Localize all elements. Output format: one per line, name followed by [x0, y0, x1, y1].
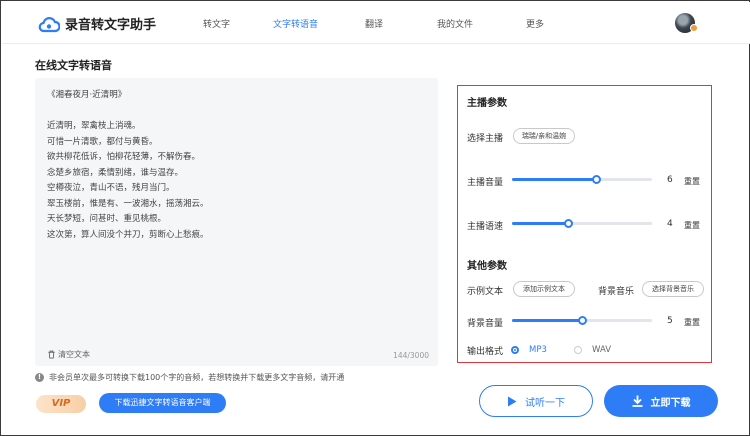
text-line — [47, 104, 209, 120]
trash-icon — [48, 350, 55, 359]
format-option-label: WAV — [592, 345, 612, 355]
text-line: 念楚乡旅宿，柔情别绪，谁与温存。 — [47, 167, 184, 178]
editor-text[interactable]: 《湘春夜月·近清明》 近清明，翠禽枝上消魂。 可惜一片清歌，都付与黄昏。 欲共柳… — [47, 88, 209, 243]
speed-label: 主播语速 — [467, 222, 504, 232]
top-navigation-bar: 录音转文字助手 转文字 文字转语音 翻译 我的文件 更多 — [2, 2, 750, 44]
notice-text: 非会员单次最多可转换下载100个字的音频，若想转换并下载更多文字音频，请开通 — [49, 373, 345, 382]
page-title: 在线文字转语音 — [35, 59, 112, 72]
volume-reset-button[interactable]: 重置 — [684, 176, 700, 187]
text-line: 翠玉楼前，惟是有、一波湘水，摇荡湘云。 — [47, 198, 209, 209]
listen-button-label: 试听一下 — [525, 397, 565, 409]
slider-fill — [512, 178, 596, 181]
info-icon: ! — [35, 373, 44, 382]
nav-item-text-to-speech[interactable]: 文字转语音 — [273, 17, 318, 30]
nav-item-my-files[interactable]: 我的文件 — [437, 17, 473, 30]
character-counter: 144/3000 — [393, 351, 429, 360]
format-option-wav[interactable]: WAV — [574, 345, 611, 355]
slider-handle[interactable] — [591, 175, 601, 184]
listen-button[interactable]: 试听一下 — [479, 385, 593, 417]
bg-volume-reset-button[interactable]: 重置 — [684, 317, 700, 328]
slider-handle[interactable] — [577, 316, 587, 325]
clear-text-button[interactable]: 清空文本 — [47, 349, 90, 360]
member-notice: ! 非会员单次最多可转换下载100个字的音频，若想转换并下载更多文字音频，请开通 — [35, 372, 344, 383]
text-line: 可惜一片清歌，都付与黄昏。 — [47, 136, 158, 147]
bgm-label: 背景音乐 — [598, 287, 635, 297]
nav-item-more[interactable]: 更多 — [526, 17, 544, 30]
speed-value: 4 — [667, 219, 673, 229]
text-line: 这次第，算人间没个并刀，剪断心上愁痕。 — [47, 229, 209, 240]
app-logo[interactable]: 录音转文字助手 — [38, 14, 156, 33]
add-sample-text-button[interactable]: 添加示例文本 — [513, 281, 575, 297]
anchor-section-title: 主播参数 — [467, 98, 507, 109]
play-icon — [508, 396, 517, 406]
volume-value: 6 — [667, 175, 673, 185]
radio-selected-icon — [511, 346, 519, 354]
slider-handle[interactable] — [563, 219, 573, 228]
text-editor[interactable]: 《湘春夜月·近清明》 近清明，翠禽枝上消魂。 可惜一片清歌，都付与黄昏。 欲共柳… — [35, 78, 438, 366]
download-client-button[interactable]: 下载迅捷文字转语音客户端 — [99, 393, 226, 413]
bg-volume-label: 背景音量 — [467, 319, 504, 329]
cloud-logo-icon — [38, 16, 60, 32]
app-name: 录音转文字助手 — [65, 18, 157, 33]
sample-text-label: 示例文本 — [467, 287, 504, 297]
format-option-label: MP3 — [529, 345, 547, 355]
vip-button[interactable]: VIP — [36, 395, 86, 413]
other-section-title: 其他参数 — [467, 261, 507, 272]
text-line: 近清明，翠禽枝上消魂。 — [47, 121, 141, 131]
volume-label: 主播音量 — [467, 178, 504, 188]
format-option-mp3[interactable]: MP3 — [511, 345, 547, 355]
text-line: 天长梦短，问甚时、重见桃根。 — [47, 214, 167, 224]
slider-fill — [512, 319, 582, 322]
nav-item-translate[interactable]: 翻译 — [365, 17, 383, 30]
app-window: 录音转文字助手 转文字 文字转语音 翻译 我的文件 更多 在线文字转语音 《湘春… — [0, 0, 750, 436]
anchor-select-button[interactable]: 瑞瑞/亲和温婉 — [513, 128, 575, 144]
text-line: 欲共柳花低诉，怕柳花轻薄，不解伤春。 — [47, 152, 201, 162]
nav-item-transcribe[interactable]: 转文字 — [203, 17, 230, 30]
download-button-label: 立即下载 — [650, 397, 691, 409]
download-icon — [632, 395, 642, 407]
format-label: 输出格式 — [467, 347, 504, 357]
anchor-label: 选择主播 — [467, 134, 504, 144]
bg-volume-value: 5 — [667, 316, 673, 326]
select-bgm-button[interactable]: 选择背景音乐 — [642, 281, 704, 297]
text-line: 《湘春夜月·近清明》 — [47, 90, 127, 100]
settings-panel: 主播参数 选择主播 瑞瑞/亲和温婉 主播音量 6 重置 主播语速 4 重置 其他… — [457, 85, 712, 363]
speed-reset-button[interactable]: 重置 — [684, 220, 700, 231]
avatar-badge — [690, 24, 698, 32]
radio-unselected-icon — [574, 346, 582, 354]
text-line: 空樽夜泣，青山不语，残月当门。 — [47, 183, 175, 193]
download-button[interactable]: 立即下载 — [604, 385, 718, 417]
clear-text-label: 清空文本 — [58, 350, 90, 359]
slider-fill — [512, 222, 568, 225]
